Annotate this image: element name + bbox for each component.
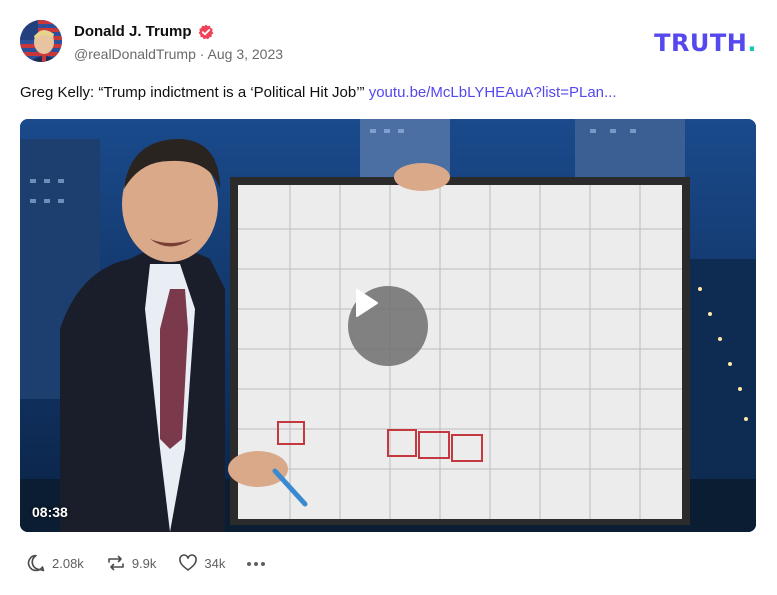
retruth-arrows-icon <box>108 555 124 571</box>
name-row: Donald J. Trump <box>74 23 214 40</box>
author-meta: @realDonaldTrump · Aug 3, 2023 <box>74 46 283 62</box>
post-date[interactable]: Aug 3, 2023 <box>208 46 284 62</box>
video-duration: 08:38 <box>32 504 68 520</box>
retruth-count: 9.9k <box>131 555 157 571</box>
author-handle[interactable]: @realDonaldTrump <box>74 46 196 62</box>
meta-separator: · <box>195 46 208 62</box>
author-display-name[interactable]: Donald J. Trump <box>74 23 192 40</box>
post-body: Greg Kelly: “Trump indictment is a ‘Poli… <box>20 84 369 101</box>
reply-count: 2.08k <box>52 555 84 571</box>
play-button[interactable] <box>348 286 428 366</box>
reply-bubble-icon <box>27 554 45 572</box>
dot <box>261 562 266 566</box>
like-count: 34k <box>204 555 226 571</box>
reply-button[interactable]: 2.08k <box>26 553 84 573</box>
post-actions: 2.08k 9.9k 34k <box>26 553 266 573</box>
more-dots-icon[interactable] <box>247 560 266 566</box>
post-text: Greg Kelly: “Trump indictment is a ‘Poli… <box>20 84 617 101</box>
like-button[interactable]: 34k <box>178 553 225 573</box>
verified-badge-icon <box>198 24 214 40</box>
video-player[interactable]: 08:38 <box>20 119 756 532</box>
heart-icon <box>179 554 198 571</box>
post-header: Donald J. Trump @realDonaldTrump · Aug 3… <box>20 20 757 66</box>
play-icon <box>356 289 378 317</box>
brand-name: TRUTH <box>654 29 748 57</box>
retruth-button[interactable]: 9.9k <box>106 553 157 573</box>
brand-dot: . <box>747 29 757 57</box>
dot <box>247 562 252 566</box>
truth-logo[interactable]: TRUTH. <box>654 29 757 57</box>
dot <box>254 562 259 566</box>
avatar[interactable] <box>20 20 62 62</box>
avatar-image <box>20 20 62 62</box>
post-link[interactable]: youtu.be/McLbLYHEAuA?list=PLan... <box>369 84 617 101</box>
